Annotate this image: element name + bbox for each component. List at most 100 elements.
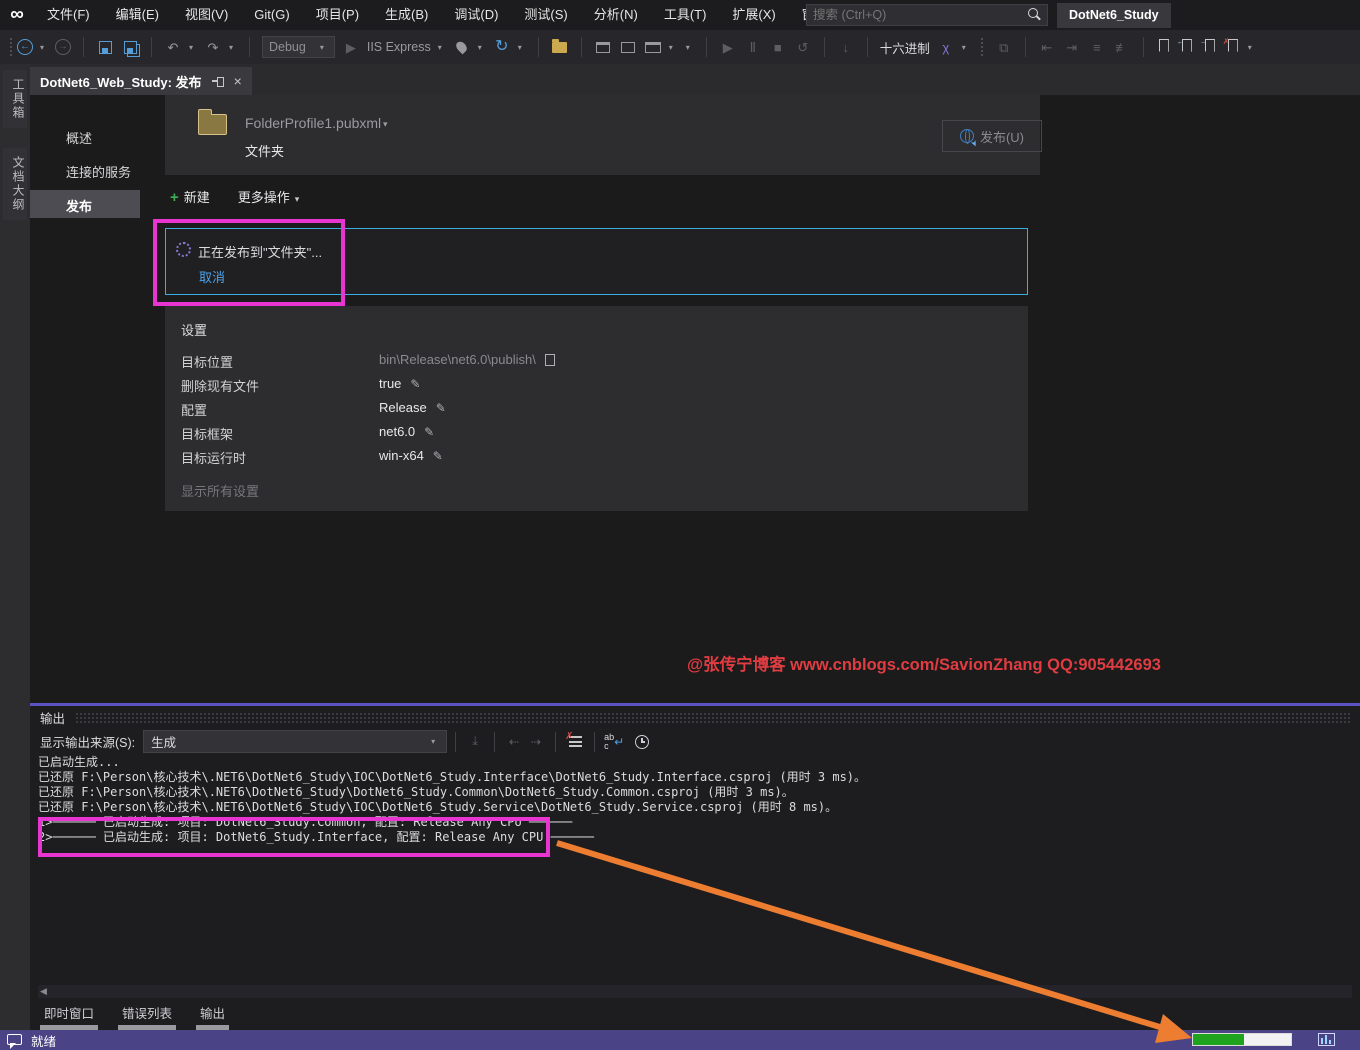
toggle-bookmark-icon[interactable]	[1156, 39, 1172, 55]
restart-caret-icon[interactable]: ▾	[518, 43, 526, 52]
undo-icon[interactable]: ↶	[164, 38, 182, 56]
menu-analyze[interactable]: 分析(N)	[581, 0, 651, 30]
tab-output[interactable]: 输出	[194, 1000, 231, 1025]
decrease-indent-icon[interactable]: ⇤	[1038, 38, 1056, 56]
undo-caret-icon[interactable]: ▾	[189, 43, 197, 52]
publish-document-tab[interactable]: DotNet6_Web_Study: 发布 ×	[30, 67, 252, 95]
next-message-icon[interactable]: ⇢	[525, 732, 547, 752]
quick-search-box[interactable]	[806, 4, 1048, 26]
tab-error-list[interactable]: 错误列表	[116, 1000, 178, 1025]
uncomment-icon[interactable]: ≢	[1113, 38, 1131, 56]
pause-icon[interactable]: Ⅱ	[744, 38, 762, 56]
menu-build[interactable]: 生成(B)	[372, 0, 441, 30]
menu-tools[interactable]: 工具(T)	[651, 0, 720, 30]
comment-icon[interactable]: ≡	[1088, 38, 1106, 56]
menu-git[interactable]: Git(G)	[241, 0, 302, 30]
copy-path-icon[interactable]	[545, 354, 555, 366]
clear-bookmarks-icon[interactable]: ✗	[1225, 39, 1241, 55]
diagnostics-icon[interactable]: χ	[937, 38, 955, 56]
profile-name[interactable]: FolderProfile1.pubxml	[245, 115, 381, 131]
toolbar-grip-2[interactable]	[981, 38, 984, 56]
stop-icon[interactable]: ■	[769, 38, 787, 56]
menu-project[interactable]: 项目(P)	[303, 0, 372, 30]
nav-overview[interactable]: 概述	[66, 128, 92, 147]
menu-view[interactable]: 视图(V)	[172, 0, 241, 30]
search-input[interactable]	[807, 8, 1025, 22]
cancel-publish-link[interactable]: 取消	[199, 267, 225, 286]
menu-debug[interactable]: 调试(D)	[441, 0, 511, 30]
hex-display-toggle[interactable]: 十六进制	[880, 38, 930, 57]
feedback-icon[interactable]	[7, 1034, 22, 1045]
navigate-forward-icon[interactable]: →	[55, 39, 71, 55]
edit-delete-existing-icon[interactable]: ✎	[410, 377, 420, 391]
pin-tab-icon[interactable]	[212, 75, 224, 87]
command-window-icon[interactable]	[644, 38, 662, 56]
redo-caret-icon[interactable]: ▾	[229, 43, 237, 52]
increase-indent-icon[interactable]: ⇥	[1063, 38, 1081, 56]
goto-message-icon[interactable]: ⤓	[464, 732, 486, 752]
setting-label-target-framework: 目标框架	[181, 424, 233, 443]
word-wrap-icon[interactable]: abc↵	[603, 732, 625, 752]
build-progress-bar	[1192, 1033, 1292, 1046]
menu-test[interactable]: 测试(S)	[511, 0, 580, 30]
setting-value-target-framework: net6.0 ✎	[379, 424, 434, 439]
output-line: 已还原 F:\Person\核心技术\.NET6\DotNet6_Study\I…	[38, 800, 1352, 815]
bookmark-overflow-icon[interactable]: ▾	[1248, 43, 1256, 52]
clone-code-icon[interactable]: ⧉	[995, 38, 1013, 56]
solution-config-select[interactable]: Debug▾	[262, 36, 335, 58]
hex-overflow-icon[interactable]: ▾	[962, 43, 970, 52]
redo-icon[interactable]: ↷	[204, 38, 222, 56]
build-activity-icon[interactable]	[1318, 1033, 1335, 1046]
publish-button[interactable]: 发布(U)	[942, 120, 1042, 152]
toolbox-side-tab[interactable]: 工具箱	[3, 70, 27, 128]
new-profile-button[interactable]: +新建	[170, 187, 210, 206]
setting-value-configuration: Release ✎	[379, 400, 446, 415]
output-line: 2>────── 已启动生成: 项目: DotNet6_Study.Interf…	[38, 830, 1352, 845]
run-target-caret-icon[interactable]: ▾	[438, 43, 446, 52]
step-down-icon[interactable]: ↓	[837, 38, 855, 56]
menu-file[interactable]: 文件(F)	[34, 0, 103, 30]
continue-icon[interactable]: ▶	[719, 38, 737, 56]
new-window-icon[interactable]	[619, 38, 637, 56]
document-outline-side-tab[interactable]: 文档大纲	[3, 148, 27, 220]
restart-debug-icon[interactable]: ↺	[794, 38, 812, 56]
toolbar-grip[interactable]	[10, 38, 13, 56]
output-source-label: 显示输出来源(S):	[40, 732, 135, 751]
edit-configuration-icon[interactable]: ✎	[436, 401, 446, 415]
panel-drag-grip[interactable]	[75, 712, 1350, 724]
toolbar-overflow-icon[interactable]: ▾	[686, 43, 694, 52]
run-target-label[interactable]: IIS Express	[367, 40, 431, 54]
navigate-back-icon[interactable]: ←	[17, 39, 33, 55]
nav-publish-selected[interactable]: 发布	[30, 190, 140, 218]
menu-extensions[interactable]: 扩展(X)	[719, 0, 788, 30]
next-bookmark-icon[interactable]: →	[1202, 39, 1218, 55]
edit-target-framework-icon[interactable]: ✎	[424, 425, 434, 439]
previous-bookmark-icon[interactable]: ←	[1179, 39, 1195, 55]
window-caret-icon[interactable]: ▾	[669, 43, 677, 52]
previous-message-icon[interactable]: ⇠	[503, 732, 525, 752]
solution-explorer-icon[interactable]	[594, 38, 612, 56]
output-horizontal-scrollbar[interactable]: ◀	[38, 985, 1352, 998]
hot-reload-icon[interactable]	[453, 38, 471, 56]
show-all-settings-link[interactable]: 显示所有设置	[181, 481, 259, 500]
back-dropdown-caret-icon[interactable]: ▾	[40, 43, 48, 52]
find-in-files-icon[interactable]	[551, 38, 569, 56]
setting-value-target-location: bin\Release\net6.0\publish\	[379, 352, 555, 367]
save-all-icon[interactable]	[121, 38, 139, 56]
nav-connected-services[interactable]: 连接的服务	[66, 162, 131, 181]
scroll-left-arrow-icon[interactable]: ◀	[40, 986, 47, 997]
more-actions-button[interactable]: 更多操作▾	[238, 187, 300, 206]
menu-edit[interactable]: 编辑(E)	[103, 0, 172, 30]
clear-all-icon[interactable]: ✗	[564, 732, 586, 752]
edit-target-runtime-icon[interactable]: ✎	[433, 449, 443, 463]
timestamp-icon[interactable]	[631, 732, 653, 752]
start-debug-icon[interactable]: ▶	[342, 38, 360, 56]
profile-caret-icon[interactable]: ▾	[383, 119, 388, 130]
output-source-select[interactable]: 生成 ▾	[143, 730, 447, 753]
output-log[interactable]: 已启动生成... 已还原 F:\Person\核心技术\.NET6\DotNet…	[38, 755, 1352, 985]
save-icon[interactable]	[96, 38, 114, 56]
restart-app-icon[interactable]: ↻	[493, 38, 511, 56]
tab-immediate-window[interactable]: 即时窗口	[38, 1000, 100, 1025]
hot-reload-caret-icon[interactable]: ▾	[478, 43, 486, 52]
close-tab-icon[interactable]: ×	[234, 73, 242, 89]
